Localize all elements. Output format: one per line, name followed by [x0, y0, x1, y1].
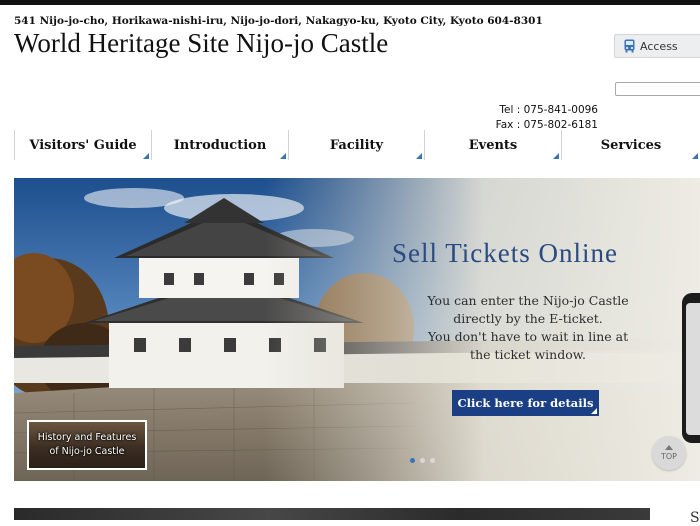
corner-arrow-icon: [591, 408, 597, 414]
top-label: TOP: [660, 452, 677, 461]
arrow-up-icon: [665, 445, 673, 450]
hero-body-line: directly by the E-ticket.: [453, 311, 603, 326]
nav-label: Services: [600, 137, 662, 153]
main-nav: Visitors' Guide Introduction Facility Ev…: [0, 130, 700, 160]
hero-body-line: You can enter the Nijo-jo Castle: [427, 293, 629, 308]
hero-banner[interactable]: Sell Tickets Online You can enter the Ni…: [14, 178, 700, 481]
corner-arrow-icon: [692, 153, 698, 159]
nav-label: Facility: [329, 137, 384, 153]
bottom-partial-text: S: [690, 510, 700, 526]
corner-arrow-icon: [143, 153, 149, 159]
tel-number: Tel : 075-841-0096: [499, 104, 598, 116]
slide-dot[interactable]: [420, 458, 425, 463]
back-to-top-button[interactable]: TOP: [652, 436, 686, 470]
details-button[interactable]: Click here for details: [452, 390, 599, 416]
nav-label: Introduction: [173, 137, 267, 153]
history-features-link[interactable]: History and Features of Nijo-jo Castle: [27, 420, 147, 470]
nav-label: Visitors' Guide: [29, 137, 137, 153]
top-bar: [0, 0, 700, 5]
nav-events[interactable]: Events: [424, 130, 561, 160]
hero-body-line: the ticket window.: [470, 347, 586, 362]
details-button-label: Click here for details: [457, 396, 594, 410]
site-title[interactable]: World Heritage Site Nijo-jo Castle: [14, 28, 388, 59]
site-address: 541 Nijo-jo-cho, Horikawa-nishi-iru, Nij…: [14, 15, 543, 27]
nav-visitors-guide[interactable]: Visitors' Guide: [14, 130, 151, 160]
bottom-banner: [14, 508, 650, 520]
thumbnail-line: History and Features: [37, 432, 137, 443]
hero-body-line: You don't have to wait in line at: [427, 329, 629, 344]
hero-body: You can enter the Nijo-jo Castle directl…: [394, 292, 662, 364]
contact-info: Tel : 075-841-0096 Fax : 075-802-6181: [478, 103, 598, 133]
corner-arrow-icon: [280, 153, 286, 159]
thumbnail-line: of Nijo-jo Castle: [49, 446, 125, 457]
slide-dots: [410, 458, 435, 464]
hero-title: Sell Tickets Online: [392, 238, 619, 268]
slide-dot[interactable]: [410, 458, 415, 463]
access-button[interactable]: Access: [614, 34, 700, 58]
search-input[interactable]: [615, 82, 700, 96]
bus-icon: [624, 39, 635, 53]
nav-services[interactable]: Services: [561, 130, 700, 160]
access-label: Access: [640, 39, 678, 53]
corner-arrow-icon: [553, 153, 559, 159]
slide-dot[interactable]: [430, 458, 435, 463]
nav-label: Events: [468, 137, 518, 153]
nav-facility[interactable]: Facility: [288, 130, 424, 160]
nav-introduction[interactable]: Introduction: [151, 130, 288, 160]
corner-arrow-icon: [416, 153, 422, 159]
